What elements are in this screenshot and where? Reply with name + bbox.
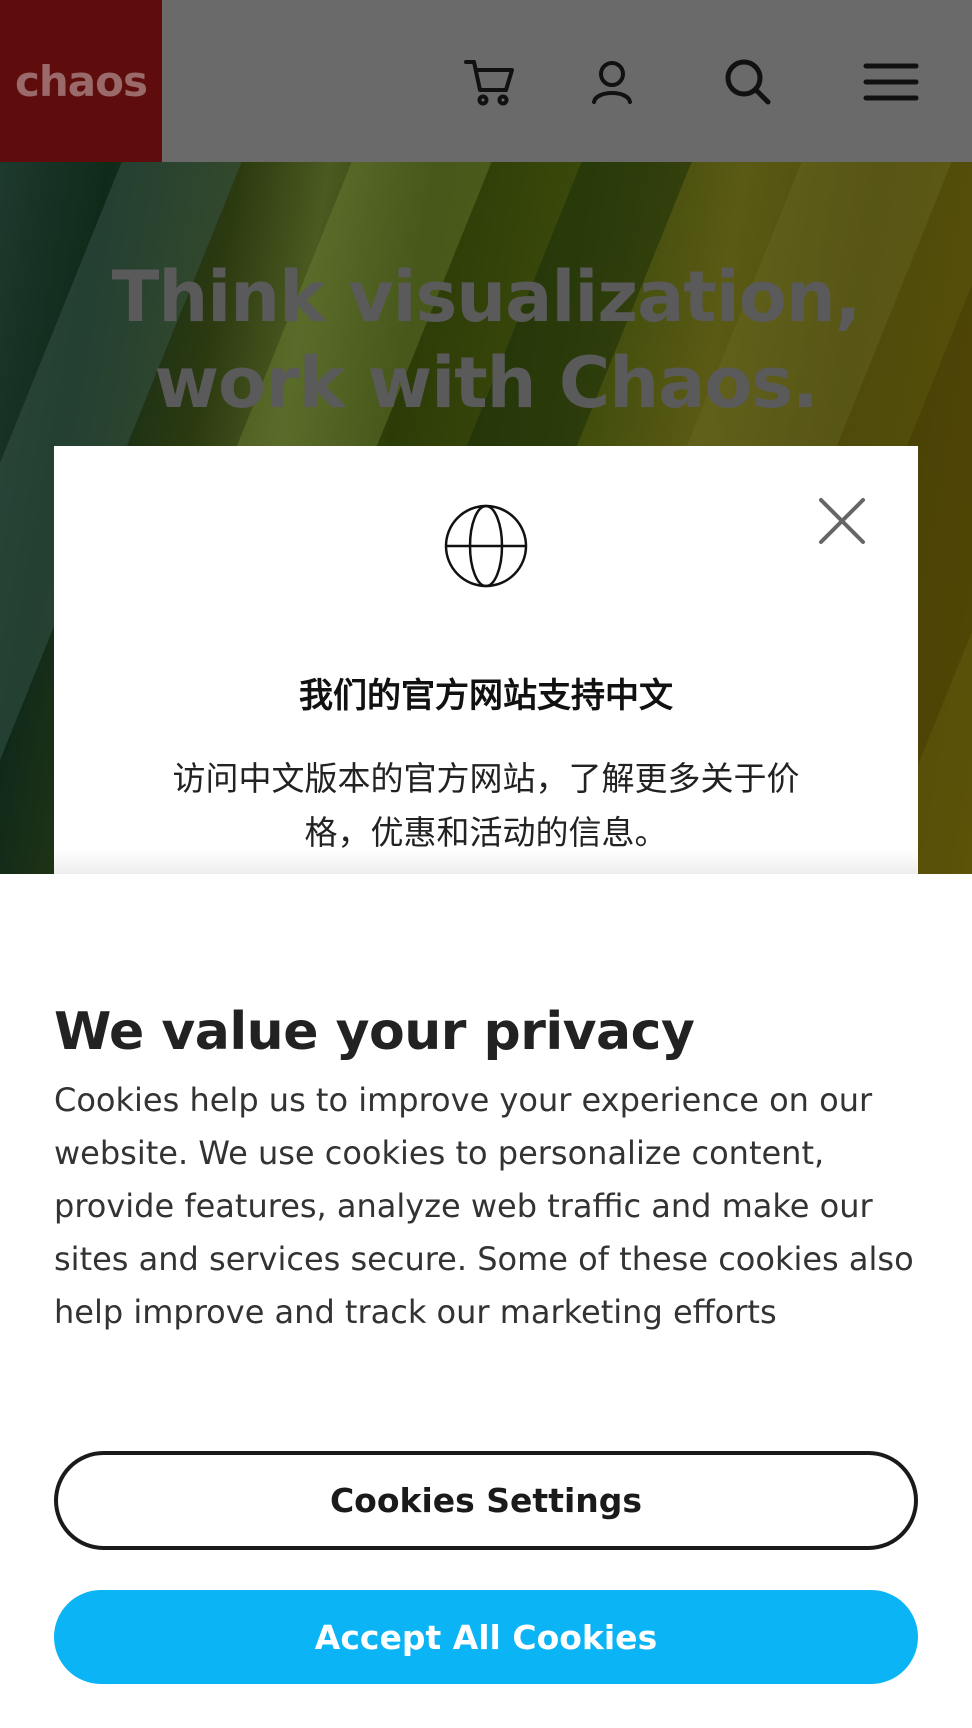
modal-title: 我们的官方网站支持中文: [299, 676, 673, 716]
cart-icon[interactable]: [460, 52, 520, 112]
modal-description: 访问中文版本的官方网站，了解更多关于价格，优惠和活动的信息。: [172, 759, 800, 852]
cookie-title: We value your privacy: [54, 1002, 695, 1062]
cookie-description: Cookies help us to improve your experien…: [54, 1081, 914, 1331]
chaos-logo[interactable]: chaos: [0, 0, 162, 162]
user-icon[interactable]: [582, 52, 642, 112]
hero-title-line2: work with Chaos.: [154, 342, 818, 424]
hero-title-line1: Think visualization,: [111, 256, 862, 338]
logo-text: chaos: [15, 56, 148, 106]
modal-fade: [54, 850, 918, 874]
accept-all-cookies-button[interactable]: Accept All Cookies: [54, 1590, 918, 1684]
cookies-settings-button[interactable]: Cookies Settings: [54, 1451, 918, 1550]
cookie-banner: We value your privacy Cookies help us to…: [0, 874, 972, 1728]
globe-icon: [444, 504, 528, 588]
menu-icon[interactable]: [860, 52, 920, 112]
close-icon[interactable]: [817, 496, 867, 546]
language-modal: 我们的官方网站支持中文 访问中文版本的官方网站，了解更多关于价格，优惠和活动的信…: [54, 446, 918, 874]
hero-title: Think visualization, work with Chaos.: [0, 254, 972, 426]
search-icon[interactable]: [718, 52, 778, 112]
site-header: chaos: [0, 0, 972, 162]
